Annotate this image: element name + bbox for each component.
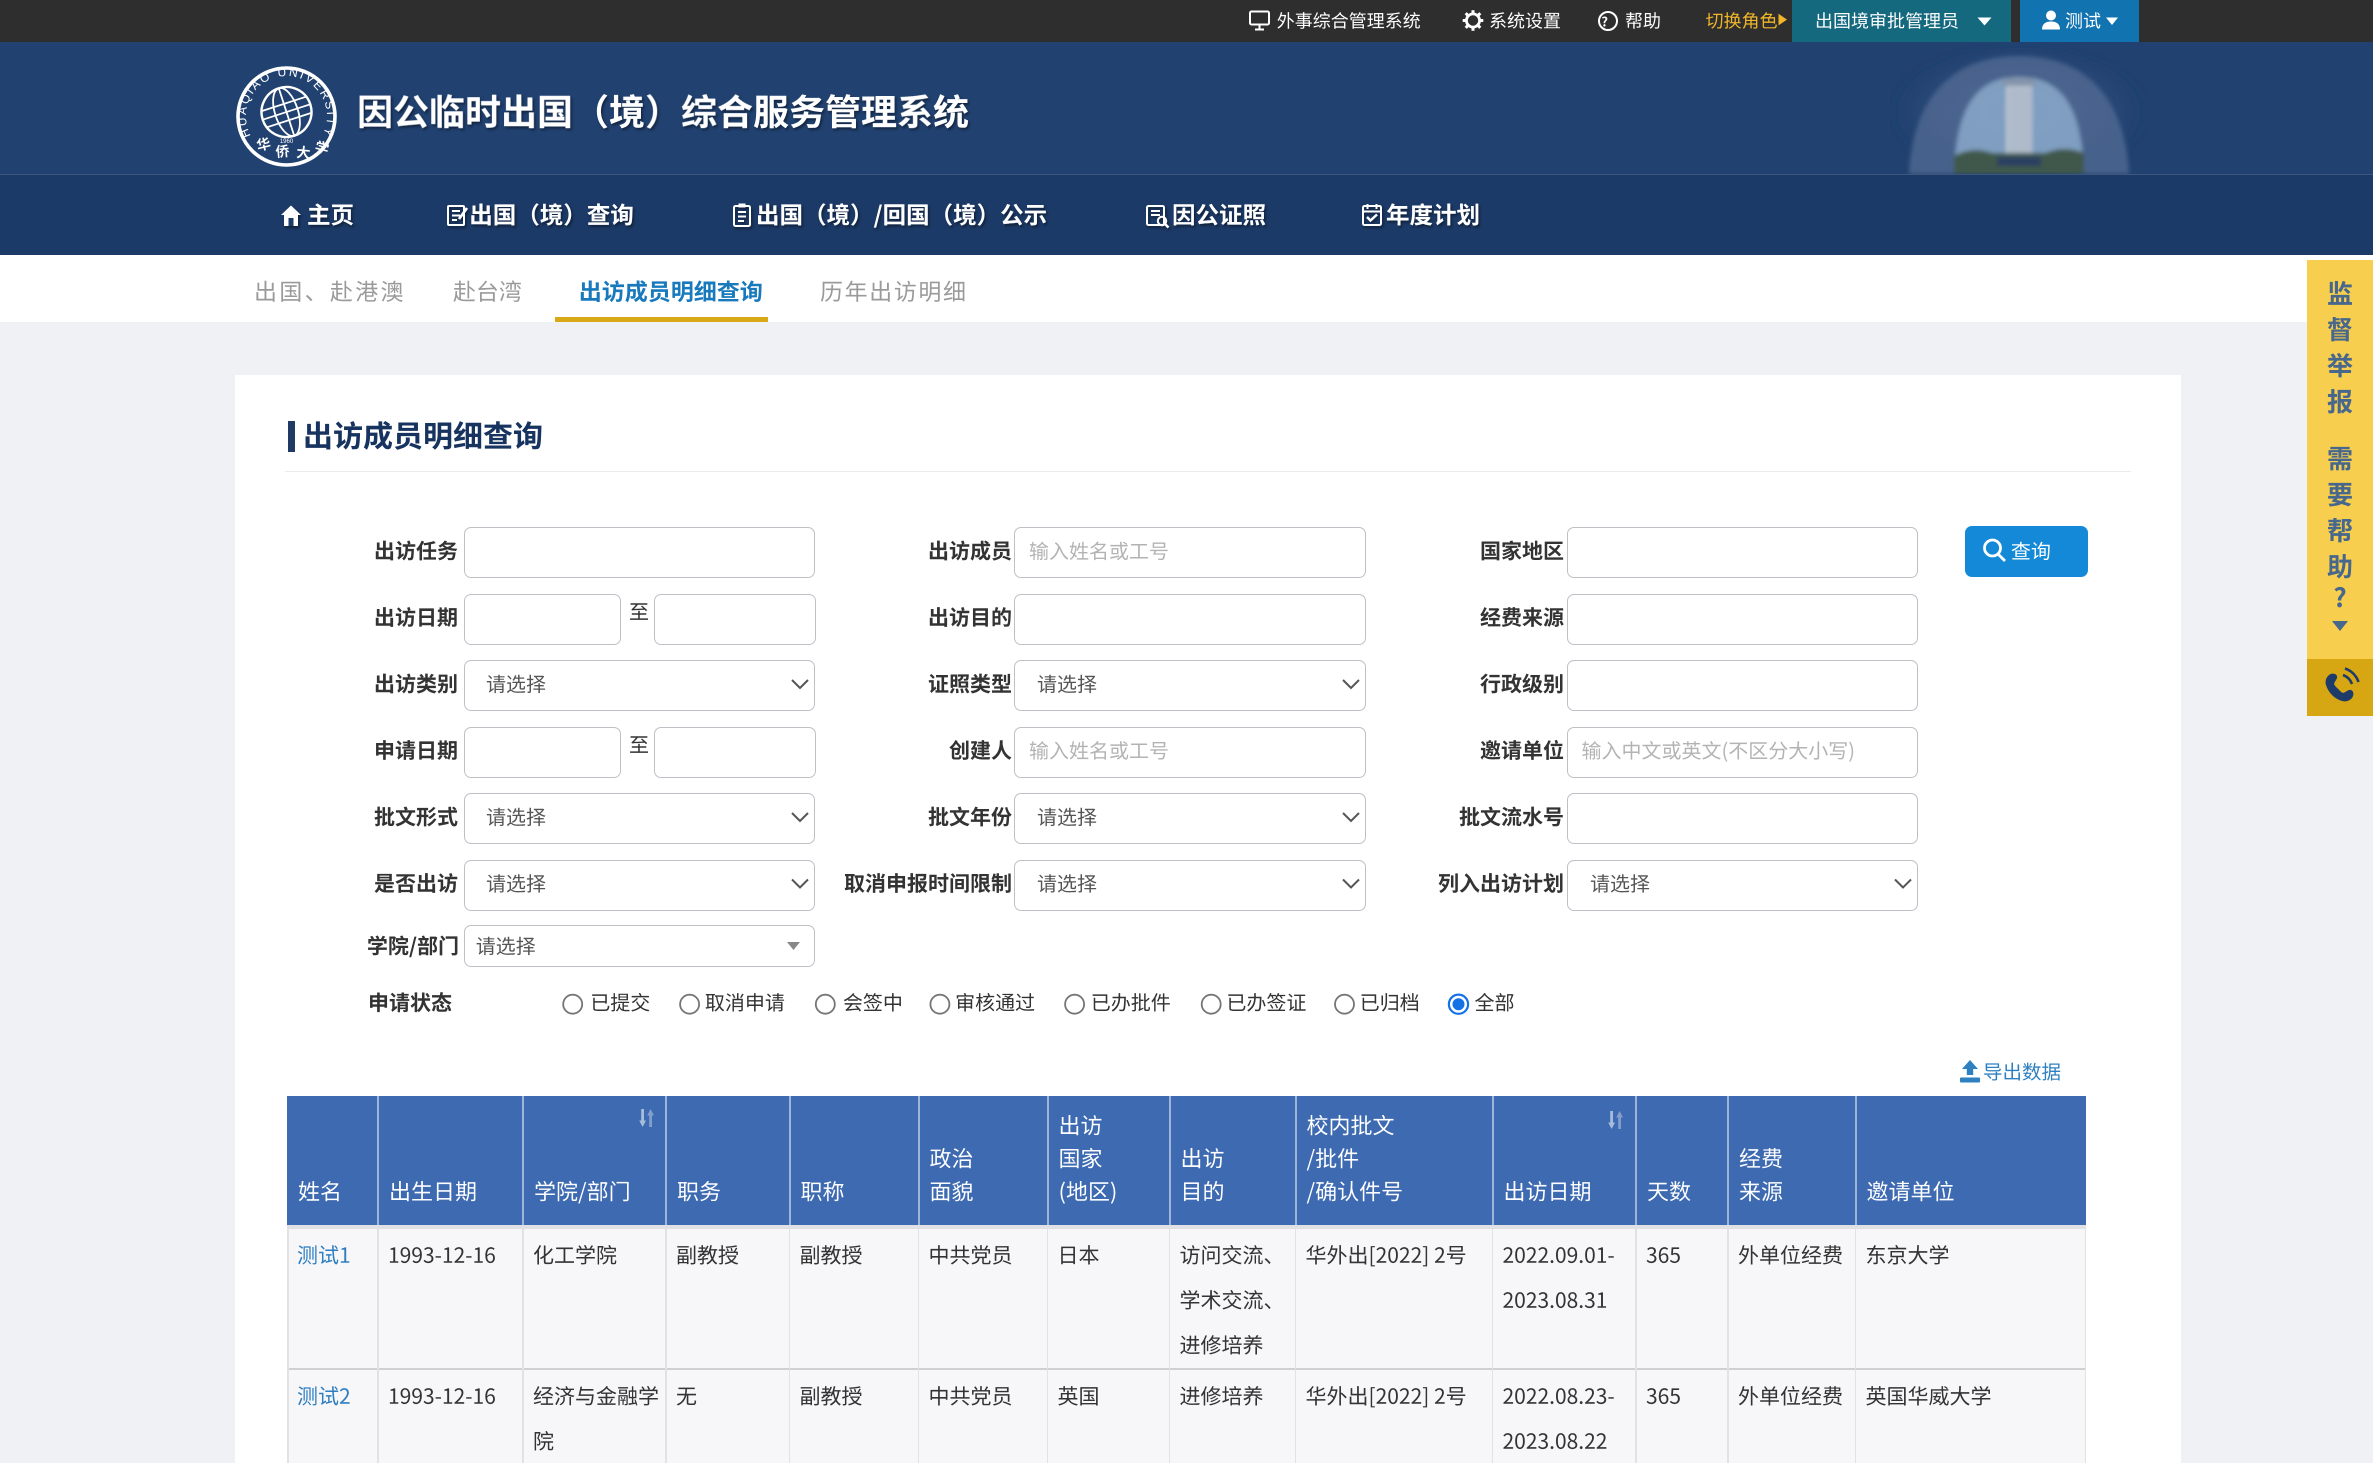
svg-text:1960: 1960 xyxy=(280,139,294,145)
